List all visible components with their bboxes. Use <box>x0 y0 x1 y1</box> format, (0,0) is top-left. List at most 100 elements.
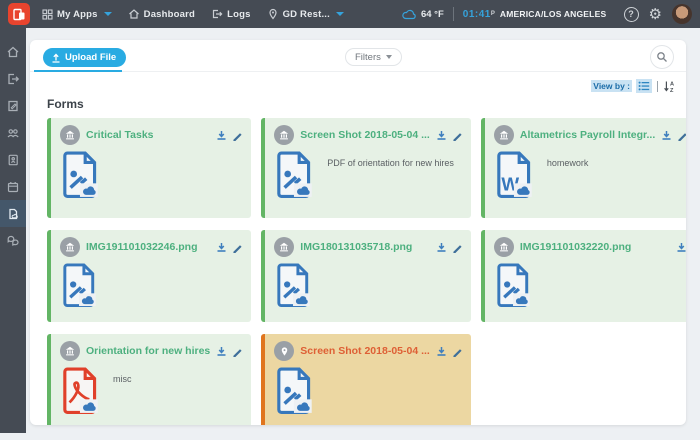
bank-badge-icon <box>274 125 294 145</box>
sidebar-item-contacts[interactable] <box>0 146 26 173</box>
image-file-icon <box>61 263 99 313</box>
upload-file-label: Upload File <box>65 52 116 63</box>
nav-my-apps[interactable]: My Apps <box>42 9 112 20</box>
download-icon[interactable] <box>676 242 686 253</box>
people-icon <box>6 126 20 140</box>
apps-grid-icon <box>42 9 53 20</box>
edit-pencil-icon[interactable] <box>232 346 243 357</box>
app-logo[interactable] <box>8 3 30 25</box>
nav-logs[interactable]: Logs <box>211 8 251 20</box>
search-icon <box>656 51 668 63</box>
download-icon[interactable] <box>216 346 227 357</box>
sidebar-item-calendar[interactable] <box>0 173 26 200</box>
logout-icon <box>6 72 20 86</box>
download-icon[interactable] <box>216 130 227 141</box>
section-title: Forms <box>47 97 84 111</box>
sidebar-item-files[interactable] <box>0 200 26 227</box>
download-icon[interactable] <box>216 242 227 253</box>
help-icon[interactable]: ? <box>624 7 639 22</box>
nav-dashboard[interactable]: Dashboard <box>128 8 195 20</box>
bank-badge-icon <box>494 237 514 257</box>
svg-text:A: A <box>670 81 674 87</box>
download-icon[interactable] <box>436 242 447 253</box>
view-by-label: View by : <box>591 80 632 92</box>
sidebar-item-messages[interactable] <box>0 227 26 254</box>
sidebar-item-team[interactable] <box>0 119 26 146</box>
gear-icon[interactable]: ⚙ <box>649 7 662 22</box>
download-icon[interactable] <box>436 130 447 141</box>
bank-badge-icon <box>494 125 514 145</box>
home-icon <box>6 45 20 59</box>
image-file-icon <box>275 367 315 420</box>
download-icon[interactable] <box>436 346 447 357</box>
file-description: misc <box>113 374 132 384</box>
file-description: PDF of orientation for new hires <box>327 158 454 168</box>
chevron-down-icon <box>104 12 112 16</box>
logs-icon <box>211 8 223 20</box>
sidebar-item-home[interactable] <box>0 38 26 65</box>
file-title: IMG191101032220.png <box>520 241 670 253</box>
edit-pencil-icon[interactable] <box>452 242 463 253</box>
view-options-divider <box>657 81 658 92</box>
chevron-down-icon <box>336 12 344 16</box>
location-pin-badge-icon <box>274 341 294 361</box>
top-navbar: My Apps Dashboard Logs GD Rest... 64 °F … <box>0 0 700 28</box>
edit-pencil-icon[interactable] <box>232 130 243 141</box>
left-sidebar <box>0 28 26 433</box>
weather-widget: 64 °F <box>402 9 444 20</box>
word-file-icon: W <box>495 151 535 204</box>
note-edit-icon <box>6 99 20 113</box>
file-card[interactable]: Orientation for new hires misc <box>47 334 251 425</box>
contact-book-icon <box>6 153 20 167</box>
file-description: homework <box>547 158 589 168</box>
location-pin-icon <box>267 8 279 20</box>
user-avatar[interactable] <box>672 4 692 24</box>
nav-dashboard-label: Dashboard <box>144 9 195 20</box>
calendar-icon <box>6 180 20 194</box>
home-icon <box>128 8 140 20</box>
nav-my-apps-label: My Apps <box>57 9 98 20</box>
edit-pencil-icon[interactable] <box>677 130 686 141</box>
cloud-icon <box>402 9 416 20</box>
bank-badge-icon <box>60 341 80 361</box>
chevron-down-icon <box>386 55 392 59</box>
file-title: IMG191101032246.png <box>86 241 210 253</box>
file-card[interactable]: Critical Tasks <box>47 118 251 218</box>
file-card[interactable]: IMG191101032220.png <box>481 230 686 322</box>
timezone-label: AMERICA/LOS ANGELES <box>500 9 606 19</box>
file-card[interactable]: Screen Shot 2018-05-04 ... PDF of orient… <box>261 118 471 218</box>
sidebar-item-forms[interactable] <box>0 92 26 119</box>
chat-bubbles-icon <box>6 234 20 248</box>
topbar-divider <box>453 7 454 21</box>
nav-logs-label: Logs <box>227 9 251 20</box>
clock-time: 01:41 <box>463 9 491 20</box>
search-button[interactable] <box>650 45 674 69</box>
nav-location-label: GD Rest... <box>283 9 330 20</box>
upload-file-button[interactable]: Upload File <box>43 48 126 67</box>
list-view-icon[interactable] <box>636 79 652 93</box>
temperature-label: 64 °F <box>421 9 444 20</box>
file-title: Critical Tasks <box>86 129 210 141</box>
sidebar-item-logout[interactable] <box>0 65 26 92</box>
bank-badge-icon <box>60 237 80 257</box>
file-card[interactable]: IMG191101032246.png <box>47 230 251 322</box>
svg-text:Z: Z <box>670 88 674 93</box>
topbar-actions: ? ⚙ <box>624 4 692 24</box>
file-title: IMG180131035718.png <box>300 241 430 253</box>
bank-badge-icon <box>60 125 80 145</box>
file-card-selected[interactable]: Screen Shot 2018-05-04 ... <box>261 334 471 425</box>
file-title: Screen Shot 2018-05-04 ... <box>300 129 430 141</box>
edit-pencil-icon[interactable] <box>452 130 463 141</box>
sort-az-icon[interactable]: A Z <box>663 80 676 93</box>
upload-icon <box>51 53 61 63</box>
content-panel: Upload File Filters View by : A Z <box>30 40 686 425</box>
nav-location-selector[interactable]: GD Rest... <box>267 8 344 20</box>
filters-button[interactable]: Filters <box>345 48 402 66</box>
bank-badge-icon <box>274 237 294 257</box>
download-icon[interactable] <box>661 130 672 141</box>
file-title: Screen Shot 2018-05-04 ... <box>300 345 430 357</box>
edit-pencil-icon[interactable] <box>232 242 243 253</box>
edit-pencil-icon[interactable] <box>452 346 463 357</box>
file-card[interactable]: IMG180131035718.png <box>261 230 471 322</box>
file-card[interactable]: Altametrics Payroll Integr... W homework <box>481 118 686 218</box>
